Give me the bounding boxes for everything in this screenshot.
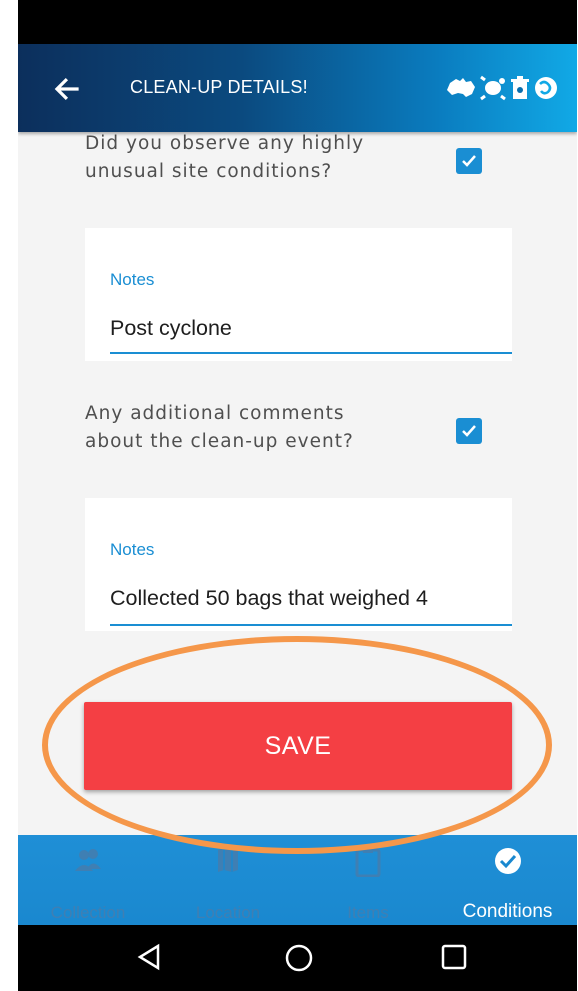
checkmark-icon bbox=[462, 425, 476, 437]
notes-input-1[interactable]: Post cyclone bbox=[110, 316, 510, 341]
partner-logos bbox=[446, 75, 558, 105]
status-bar bbox=[18, 0, 577, 44]
unusual-conditions-checkbox[interactable] bbox=[456, 148, 482, 174]
nav-location[interactable]: Location bbox=[158, 835, 298, 925]
additional-comments-checkbox[interactable] bbox=[456, 418, 482, 444]
page-title: CLEAN-UP DETAILS! bbox=[130, 77, 308, 97]
check-circle-icon bbox=[494, 848, 521, 874]
nav-collection[interactable]: Collection bbox=[18, 835, 158, 925]
notes-input-2[interactable]: Collected 50 bags that weighed 4 bbox=[110, 586, 510, 611]
notes-label: Notes bbox=[110, 270, 155, 289]
back-arrow-icon[interactable] bbox=[52, 74, 82, 104]
nav-label: Conditions bbox=[462, 901, 553, 922]
nav-label: Items bbox=[347, 903, 389, 922]
australia-map-icon bbox=[446, 77, 476, 103]
nav-label: Location bbox=[195, 903, 261, 922]
save-button[interactable]: SAVE bbox=[84, 702, 512, 790]
globe-icon bbox=[534, 76, 558, 104]
nav-label: Collection bbox=[50, 903, 126, 922]
phone-screen: CLEAN-UP DETAILS! Did you observe any hi… bbox=[18, 0, 577, 991]
clipboard-icon bbox=[355, 847, 381, 877]
checkmark-icon bbox=[462, 155, 476, 167]
system-navigation-bar bbox=[18, 925, 577, 991]
map-icon bbox=[218, 848, 238, 872]
people-icon bbox=[75, 849, 101, 871]
app-bar: CLEAN-UP DETAILS! bbox=[18, 44, 577, 132]
notes-label: Notes bbox=[110, 540, 155, 559]
input-underline bbox=[110, 624, 512, 626]
nav-items[interactable]: Items bbox=[298, 835, 438, 925]
recents-square-icon[interactable] bbox=[440, 943, 468, 971]
notes-card-1: Notes Post cyclone bbox=[85, 228, 512, 361]
question-additional-comments: Any additional comments about the clean-… bbox=[85, 403, 354, 452]
notes-card-2: Notes Collected 50 bags that weighed 4 bbox=[85, 498, 512, 631]
turtle-icon bbox=[480, 75, 506, 105]
back-triangle-icon[interactable] bbox=[136, 943, 162, 971]
home-circle-icon[interactable] bbox=[284, 943, 314, 973]
question-unusual-conditions: Did you observe any highly unusual site … bbox=[85, 133, 365, 182]
bin-icon bbox=[510, 75, 530, 105]
input-underline bbox=[110, 352, 512, 354]
bottom-navigation: Collection Location Items Conditions bbox=[18, 835, 577, 925]
nav-conditions[interactable]: Conditions bbox=[438, 835, 577, 925]
